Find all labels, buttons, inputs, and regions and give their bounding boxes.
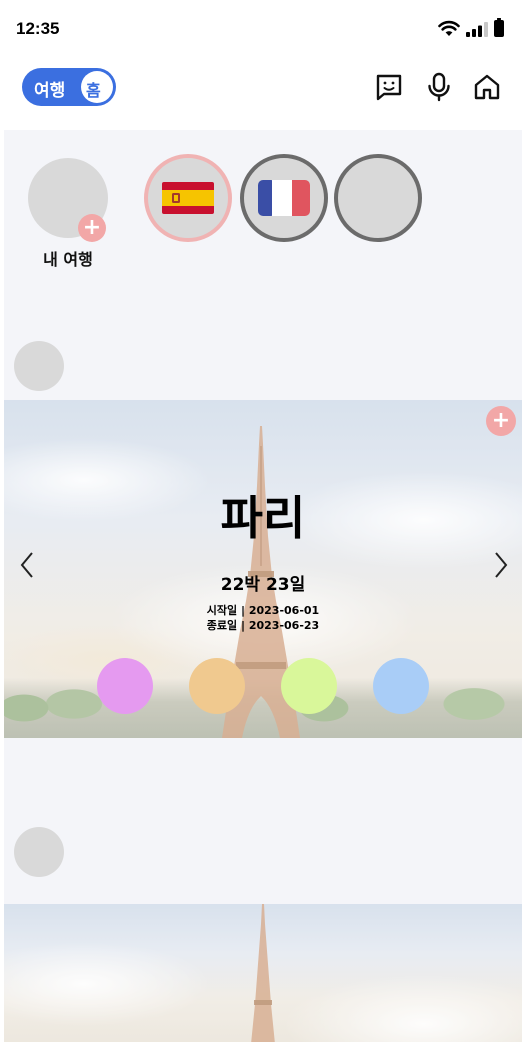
add-to-card-symbol: + bbox=[491, 408, 511, 433]
user-avatar[interactable] bbox=[14, 827, 64, 877]
color-dot-4[interactable] bbox=[373, 658, 429, 714]
previous-arrow-button[interactable] bbox=[12, 550, 42, 580]
chevron-right-icon bbox=[495, 552, 508, 578]
user-avatar[interactable] bbox=[14, 341, 64, 391]
color-dot-1[interactable] bbox=[97, 658, 153, 714]
next-arrow-button[interactable] bbox=[486, 550, 516, 580]
status-time: 12:35 bbox=[16, 19, 60, 38]
microphone-icon[interactable] bbox=[424, 72, 454, 102]
status-icons bbox=[438, 18, 504, 37]
travel-home-toggle[interactable]: 여행 홈 bbox=[22, 68, 116, 106]
trip-circle-france[interactable] bbox=[240, 154, 328, 242]
battery-icon bbox=[494, 18, 504, 37]
color-dot-2[interactable] bbox=[189, 658, 245, 714]
card-overlay bbox=[4, 400, 522, 738]
add-trip-symbol: + bbox=[82, 215, 102, 240]
trip-circle-empty[interactable] bbox=[334, 154, 422, 242]
app-screen: 12:35 여행 홈 + 내 여행 + 파리 22박 23일 시작일 | 202… bbox=[4, 4, 522, 1042]
toggle-knob: 홈 bbox=[81, 71, 113, 103]
cellular-signal-icon bbox=[466, 22, 488, 37]
trip-card[interactable]: + 파리 22박 23일 시작일 | 2023-06-01 종료일 | 2023… bbox=[4, 400, 522, 738]
chat-face-icon[interactable] bbox=[374, 72, 404, 102]
home-icon[interactable] bbox=[472, 72, 502, 102]
my-trips-label: 내 여행 bbox=[43, 250, 93, 269]
trip-card-second[interactable] bbox=[4, 904, 522, 1042]
color-dot-3[interactable] bbox=[281, 658, 337, 714]
spain-flag-icon bbox=[162, 182, 214, 214]
trip-circle-spain[interactable] bbox=[144, 154, 232, 242]
card-end-date: 종료일 | 2023-06-23 bbox=[206, 619, 320, 632]
wifi-icon bbox=[438, 20, 460, 36]
france-flag-icon bbox=[258, 180, 310, 216]
card-overlay bbox=[4, 904, 522, 1042]
chevron-left-icon bbox=[20, 552, 33, 578]
card-duration: 22박 23일 bbox=[220, 575, 306, 595]
add-trip-button[interactable]: + bbox=[78, 214, 106, 242]
app-header: 여행 홈 bbox=[4, 52, 522, 130]
card-start-date: 시작일 | 2023-06-01 bbox=[206, 604, 320, 617]
toggle-label-home: 홈 bbox=[86, 81, 101, 100]
toggle-label-travel: 여행 bbox=[34, 81, 66, 101]
card-city-title: 파리 bbox=[220, 491, 306, 545]
add-to-card-button[interactable]: + bbox=[486, 406, 516, 436]
status-bar: 12:35 bbox=[4, 4, 522, 52]
